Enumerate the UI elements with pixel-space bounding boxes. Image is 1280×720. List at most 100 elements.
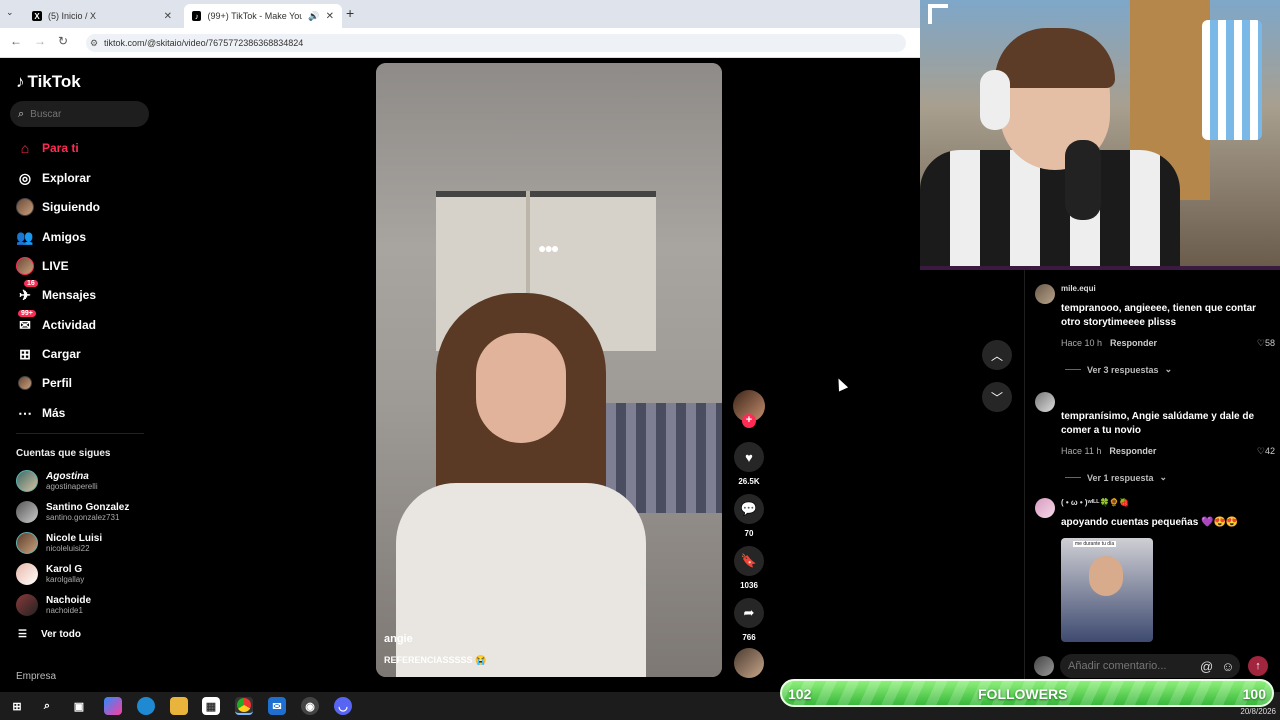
discord-icon[interactable]: ◡ bbox=[334, 697, 352, 715]
share-icon[interactable]: ➦ bbox=[734, 598, 764, 628]
comment-icon[interactable]: 💬 bbox=[734, 494, 764, 524]
logo-text: TikTok bbox=[27, 72, 81, 91]
view-replies-button[interactable]: Ver 3 respuestas ⌄ bbox=[1065, 364, 1172, 375]
save-action[interactable]: 🔖 1036 bbox=[732, 546, 766, 590]
forward-icon[interactable]: → bbox=[34, 34, 46, 48]
nav-actividad[interactable]: ✉ 99+ Actividad bbox=[16, 310, 97, 336]
tab-search-icon[interactable]: ⌄ bbox=[6, 7, 14, 18]
close-icon[interactable]: ✕ bbox=[326, 11, 334, 22]
file-explorer-icon[interactable] bbox=[170, 697, 188, 715]
chevron-up-icon: ︿ bbox=[990, 348, 1003, 363]
speaker-icon[interactable]: 🔊 bbox=[308, 11, 319, 22]
store-icon[interactable]: ▦ bbox=[202, 697, 220, 715]
see-all-button[interactable]: ☰ Ver todo bbox=[18, 629, 81, 640]
mention-icon[interactable]: @ bbox=[1200, 659, 1213, 674]
heart-icon[interactable]: ♥ bbox=[734, 442, 764, 472]
nav-label: Amigos bbox=[42, 230, 87, 244]
nav-perfil[interactable]: Perfil bbox=[16, 372, 72, 394]
chrome-icon[interactable] bbox=[235, 697, 253, 715]
back-icon[interactable]: ← bbox=[10, 34, 22, 48]
following-account[interactable]: Agostina agostinaperelli bbox=[16, 470, 98, 492]
more-icon: ⋯ bbox=[18, 404, 32, 421]
nav-mensajes[interactable]: ✈ 16 Mensajes bbox=[16, 280, 96, 306]
previous-video-button[interactable]: ︿ bbox=[982, 340, 1012, 370]
nav-mas[interactable]: ⋯ Más bbox=[16, 402, 65, 424]
comment-user[interactable]: ( • ω • )ʷᴵᴸᴸ🍀🌻🍓 bbox=[1061, 498, 1129, 507]
following-account[interactable]: Nicole Luisi nicoleluisi22 bbox=[16, 532, 102, 554]
company-link[interactable]: Empresa bbox=[16, 671, 56, 682]
search-input[interactable] bbox=[30, 108, 131, 120]
search-icon[interactable]: ⌕ bbox=[38, 697, 56, 715]
search-box[interactable]: ⌕ bbox=[10, 101, 149, 127]
browser-tab-x[interactable]: X (5) Inicio / X ✕ bbox=[24, 4, 180, 28]
arrow-up-icon: ↑ bbox=[1255, 660, 1261, 672]
comment-action[interactable]: 💬 70 bbox=[732, 494, 766, 538]
nav-amigos[interactable]: 👥 Amigos bbox=[16, 226, 86, 248]
nav-label: Actividad bbox=[42, 318, 97, 332]
avatar[interactable] bbox=[1035, 498, 1055, 518]
emoji-icon[interactable]: ☺ bbox=[1221, 659, 1234, 674]
send-button[interactable]: ↑ bbox=[1248, 656, 1268, 676]
reload-icon[interactable]: ↻ bbox=[58, 34, 68, 48]
comment-like-button[interactable]: ♡42 bbox=[1257, 446, 1275, 457]
activity-icon: ✉ 99+ bbox=[16, 310, 36, 334]
comment-image[interactable]: me durante tu día bbox=[1061, 538, 1153, 642]
reply-button[interactable]: Responder bbox=[1110, 338, 1157, 348]
chevron-down-icon: ⌄ bbox=[1159, 472, 1168, 482]
nav-cargar[interactable]: ⊞ Cargar bbox=[16, 343, 81, 365]
comment-input[interactable] bbox=[1068, 660, 1192, 672]
avatar[interactable] bbox=[1035, 284, 1055, 304]
obs-icon[interactable]: ◉ bbox=[301, 697, 319, 715]
reply-button[interactable]: Responder bbox=[1109, 446, 1156, 456]
nav-label: Para ti bbox=[42, 141, 79, 155]
following-account[interactable]: Karol Gkarolgallay bbox=[16, 563, 84, 585]
bookmark-icon[interactable]: 🔖 bbox=[734, 546, 764, 576]
account-handle: agostinaperelli bbox=[46, 482, 98, 491]
account-name: Nicole Luisi bbox=[46, 533, 103, 544]
comment-input-box[interactable]: @ ☺ bbox=[1060, 654, 1240, 678]
following-account[interactable]: Nachoide nachoide1 bbox=[16, 594, 91, 616]
comment-user[interactable]: mile.equi bbox=[1061, 284, 1096, 293]
comment-like-button[interactable]: ♡58 bbox=[1257, 338, 1275, 349]
nav-live[interactable]: LIVE bbox=[16, 255, 69, 277]
browser-tab-tiktok[interactable]: ♪ (99+) TikTok - Make Your Day 🔊 ✕ bbox=[184, 4, 342, 28]
url-field[interactable]: ⚙ tiktok.com/@skitaio/video/767577238636… bbox=[86, 34, 906, 52]
new-tab-button[interactable]: + bbox=[346, 5, 354, 21]
nav-explorar[interactable]: ◎ Explorar bbox=[16, 167, 91, 189]
close-icon[interactable]: ✕ bbox=[164, 11, 172, 22]
video-scene-person bbox=[396, 293, 646, 677]
like-action[interactable]: ♥ 26.5K bbox=[732, 442, 766, 486]
avatar[interactable] bbox=[1035, 392, 1055, 412]
nav-siguiendo[interactable]: Siguiendo bbox=[16, 196, 100, 218]
video-player[interactable]: ●●● angie REFERENCIASSSSS 😭 bbox=[376, 63, 722, 677]
windows-start-icon[interactable]: ⊞ bbox=[8, 697, 26, 715]
webcam-scene-headset bbox=[980, 70, 1010, 130]
messages-icon: ✈ 16 bbox=[16, 280, 38, 304]
share-count: 766 bbox=[742, 633, 756, 642]
comment-item: tempranísimo, Angie salúdame y dale de c… bbox=[1035, 392, 1275, 492]
comment-like-count: 58 bbox=[1264, 338, 1275, 348]
account-name: Nachoide bbox=[46, 595, 92, 606]
divider bbox=[16, 433, 144, 434]
comment-text: apoyando cuentas pequeñas 💜😍😍 bbox=[1061, 517, 1239, 528]
follow-plus-icon[interactable]: + bbox=[742, 414, 756, 428]
nav-para-ti[interactable]: ⌂ Para ti bbox=[16, 137, 79, 159]
tiktok-logo[interactable]: ♪ TikTok bbox=[16, 72, 81, 92]
copilot-icon[interactable] bbox=[104, 697, 122, 715]
account-name: Santino Gonzalez bbox=[46, 502, 130, 513]
mail-icon[interactable]: ✉ bbox=[268, 697, 286, 715]
chevron-down-icon: ⌄ bbox=[1164, 364, 1173, 374]
site-info-icon[interactable]: ⚙ bbox=[90, 38, 98, 49]
task-view-icon[interactable]: ▣ bbox=[70, 697, 88, 715]
next-video-button[interactable]: ﹀ bbox=[982, 382, 1012, 412]
share-action[interactable]: ➦ 766 bbox=[732, 598, 766, 642]
music-disc-icon[interactable] bbox=[734, 648, 764, 678]
view-replies-button[interactable]: Ver 1 respuesta ⌄ bbox=[1065, 472, 1167, 483]
goal-current: 102 bbox=[788, 686, 812, 702]
browser-tab-strip: ⌄ X (5) Inicio / X ✕ ♪ (99+) TikTok - Ma… bbox=[0, 0, 920, 28]
edge-icon[interactable] bbox=[137, 697, 155, 715]
following-account[interactable]: Santino Gonzalez santino.gonzalez731 bbox=[16, 501, 129, 523]
nav-label: Cargar bbox=[42, 347, 81, 361]
comment-like-count: 42 bbox=[1264, 446, 1275, 456]
video-username[interactable]: angie bbox=[384, 633, 413, 645]
